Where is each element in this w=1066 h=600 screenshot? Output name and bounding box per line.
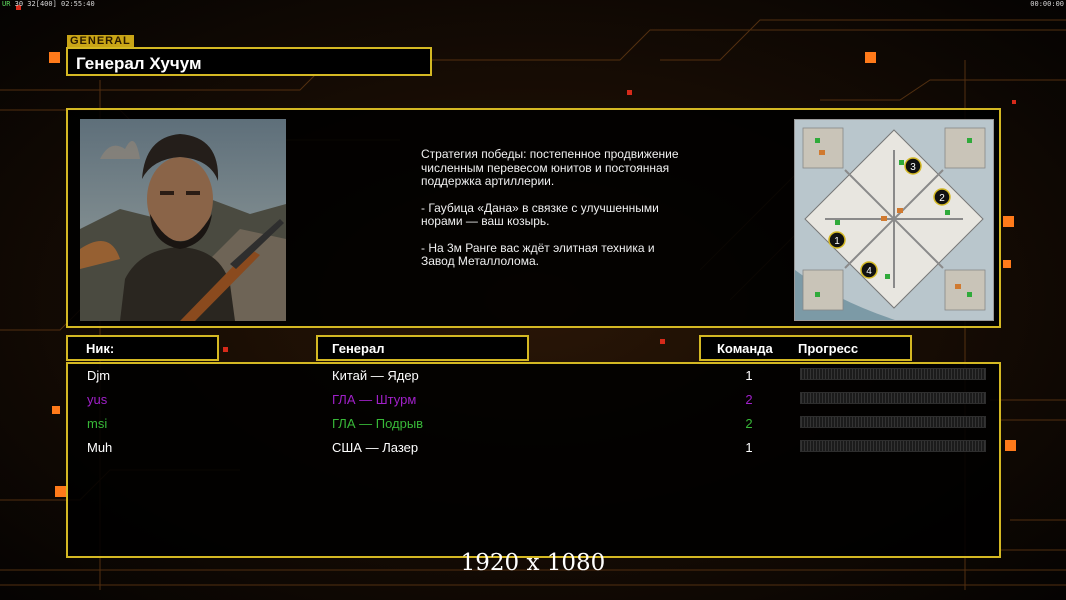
player-progress-bar	[800, 440, 986, 452]
strategy-text: Стратегия победы: постепенное продвижени…	[421, 147, 681, 282]
general-portrait	[80, 119, 286, 321]
players-panel: Djm Китай — Ядер 1 yus ГЛА — Штурм 2 msi ГЛА — …	[66, 362, 1001, 558]
header-nick-label: Ник:	[86, 341, 115, 356]
player-row: Muh США — Лазер 1	[68, 437, 999, 459]
player-general: ГЛА — Подрыв	[332, 416, 424, 431]
player-team: 2	[745, 416, 753, 431]
player-row: msi ГЛА — Подрыв 2	[68, 413, 999, 435]
player-progress-bar	[800, 368, 986, 380]
header-general: Генерал	[316, 335, 529, 361]
player-team: 2	[745, 392, 753, 407]
start-marker-3: 3	[910, 162, 916, 173]
header-general-label: Генерал	[332, 341, 385, 356]
player-general: США — Лазер	[332, 440, 419, 455]
general-name: Генерал Хучум	[76, 54, 202, 73]
general-title-box: Генерал Хучум	[66, 47, 432, 76]
general-tag: GENERAL	[67, 35, 134, 47]
hud-stats-values: 30 32[400] 02:55:40	[14, 0, 95, 8]
player-nick: msi	[87, 416, 108, 431]
player-general: ГЛА — Штурм	[332, 392, 417, 407]
header-team-label: Команда	[717, 341, 773, 356]
player-nick: yus	[87, 392, 108, 407]
header-progress-label: Прогресс	[798, 341, 859, 356]
player-nick: Djm	[87, 368, 111, 383]
strategy-paragraph: - Гаубица «Дана» в связке с улучшенными …	[421, 200, 659, 228]
header-nick: Ник:	[66, 335, 219, 361]
player-row: Djm Китай — Ядер 1	[68, 365, 999, 387]
player-general: Китай — Ядер	[332, 368, 419, 383]
header-team-progress: Команда Прогресс	[699, 335, 912, 361]
hud-stats-label: UR	[2, 0, 11, 8]
player-progress-bar	[800, 416, 986, 428]
player-progress-bar	[800, 392, 986, 404]
player-team: 1	[745, 368, 753, 383]
player-nick: Muh	[87, 440, 113, 455]
hud-stats: UR 30 32[400] 02:55:40	[2, 0, 95, 8]
resolution-label: 1920 x 1080	[460, 550, 606, 576]
start-marker-2: 2	[939, 193, 945, 204]
minimap[interactable]: 1 2 3 4	[794, 119, 994, 321]
hud-clock: 00:00:00	[1030, 0, 1064, 8]
start-marker-1: 1	[834, 236, 840, 247]
general-info-panel: Стратегия победы: постепенное продвижени…	[66, 108, 1001, 328]
player-team: 1	[745, 440, 753, 455]
strategy-paragraph: Стратегия победы: постепенное продвижени…	[421, 147, 679, 188]
strategy-paragraph: - На 3м Ранге вас ждёт элитная техника и…	[421, 240, 655, 268]
player-row: yus ГЛА — Штурм 2	[68, 389, 999, 411]
start-marker-4: 4	[866, 266, 872, 277]
